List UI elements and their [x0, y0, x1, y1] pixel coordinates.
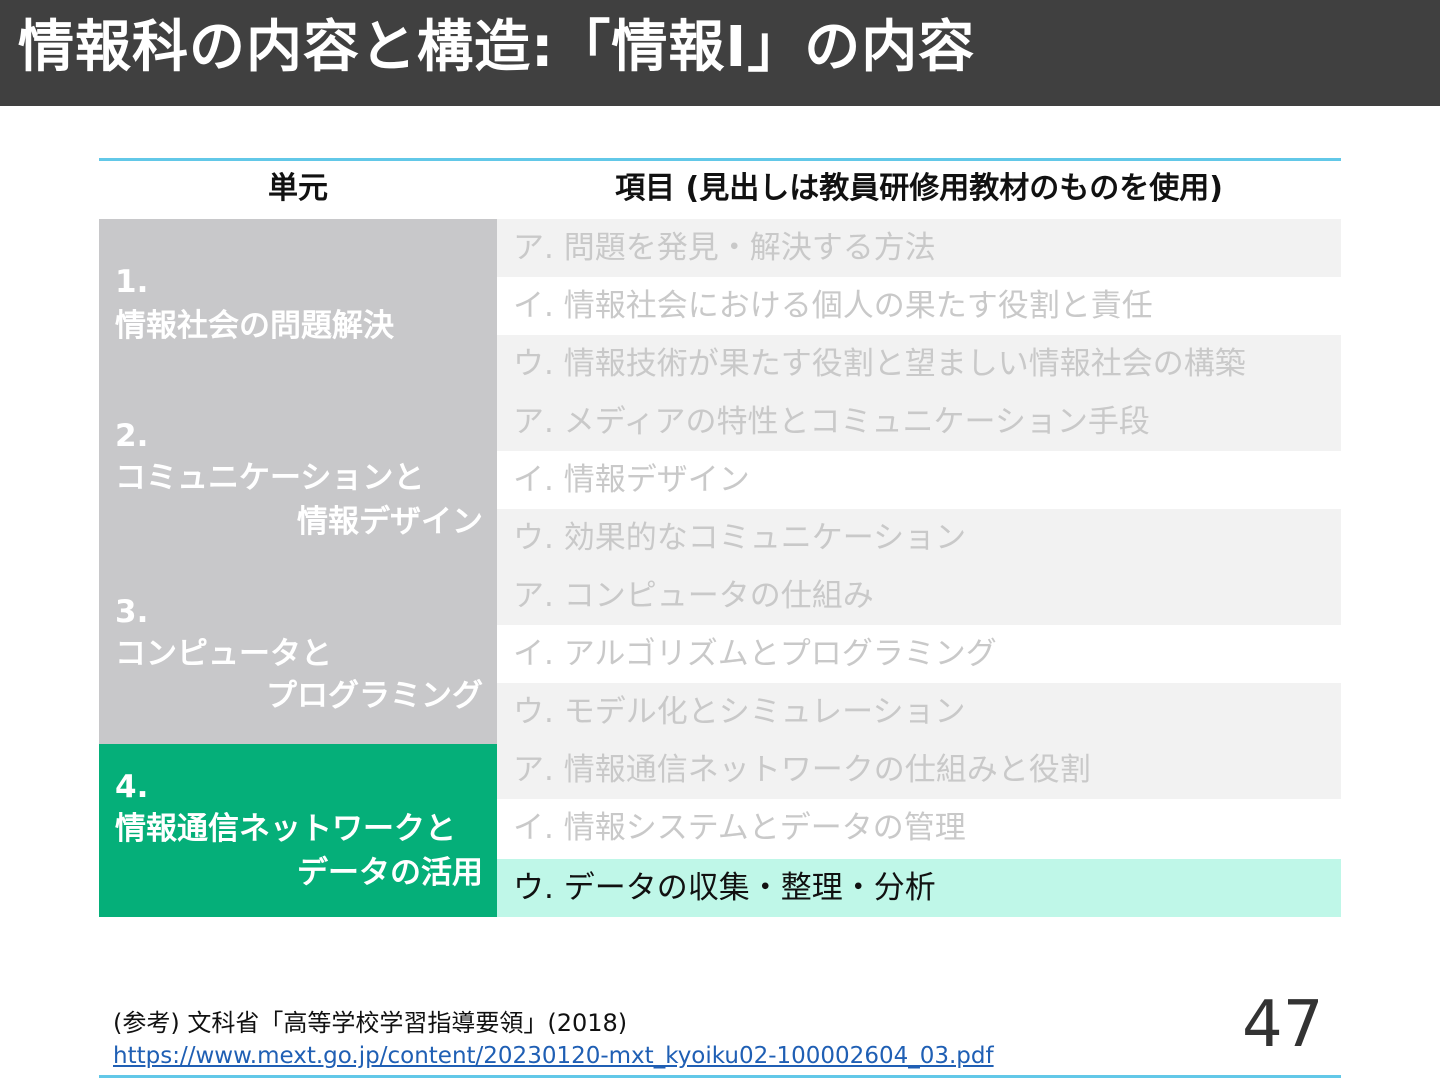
table-row: ウ. モデル化とシミュレーション	[497, 683, 1341, 741]
table-row: ウ. 情報技術が果たす役割と望ましい情報社会の構築	[497, 335, 1341, 393]
table-row: イ. アルゴリズムとプログラミング	[497, 625, 1341, 683]
table-row: イ. 情報デザイン	[497, 451, 1341, 509]
table-bottom-rule	[99, 1075, 1341, 1078]
unit-number: 4.	[115, 769, 149, 805]
reference-link[interactable]: https://www.mext.go.jp/content/20230120-…	[113, 1040, 994, 1072]
unit-title-cont: データの活用	[297, 855, 483, 891]
unit-title: 情報社会の問題解決	[115, 308, 394, 344]
reference-citation: (参考) 文科省「高等学校学習指導要領」(2018)	[113, 1009, 628, 1037]
table-row: ア. 情報通信ネットワークの仕組みと役割	[497, 741, 1341, 799]
header-unit: 単元	[268, 171, 328, 206]
unit-title: 情報通信ネットワークと	[115, 811, 456, 847]
table-row-highlighted: ウ. データの収集・整理・分析	[497, 859, 1341, 917]
unit-title-cont: 情報デザイン	[297, 504, 483, 540]
unit-title-cont: プログラミング	[266, 678, 483, 714]
unit-title: コミュニケーションと	[115, 460, 425, 496]
unit-number: 2.	[115, 418, 149, 454]
table-row: ア. コンピュータの仕組み	[497, 567, 1341, 625]
table-row: イ. 情報社会における個人の果たす役割と責任	[497, 277, 1341, 335]
unit-number: 1.	[115, 264, 149, 300]
table-row: ア. 問題を発見・解決する方法	[497, 219, 1341, 277]
table-row: ア. メディアの特性とコミュニケーション手段	[497, 393, 1341, 451]
unit-title: コンピュータと	[115, 636, 332, 672]
slide-title: 情報科の内容と構造:「情報I」の内容	[18, 15, 976, 80]
header-item: 項目 (見出しは教員研修用教材のものを使用)	[615, 171, 1223, 206]
unit-number: 3.	[115, 594, 149, 630]
table-row: イ. 情報システムとデータの管理	[497, 799, 1341, 857]
page-number: 47	[1242, 988, 1324, 1062]
table-row: ウ. 効果的なコミュニケーション	[497, 509, 1341, 567]
title-bar: 情報科の内容と構造:「情報I」の内容	[0, 0, 1440, 106]
